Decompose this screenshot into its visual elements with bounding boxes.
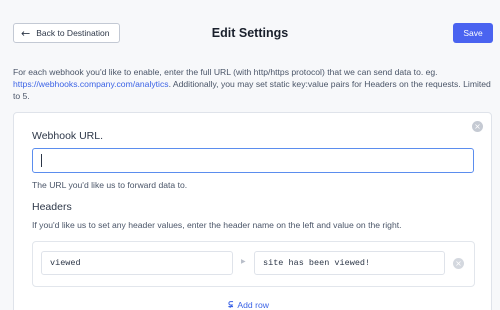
top-bar: ← Back to Destination Edit Settings Save bbox=[0, 0, 500, 62]
header-value-input[interactable]: site has been viewed! bbox=[254, 251, 445, 275]
add-row-label: Add row bbox=[237, 300, 269, 310]
add-row-button[interactable]: ⊊ Add row bbox=[228, 300, 269, 310]
webhook-url-help: The URL you'd like us to forward data to… bbox=[32, 180, 188, 190]
webhook-url-input[interactable] bbox=[32, 148, 474, 173]
add-list-icon: ⊊ bbox=[228, 300, 234, 310]
save-button[interactable]: Save bbox=[453, 23, 493, 43]
chevron-right-icon: ▶ bbox=[241, 258, 246, 265]
page-title: Edit Settings bbox=[211, 26, 289, 40]
close-icon[interactable]: × bbox=[472, 121, 483, 132]
remove-row-icon[interactable]: × bbox=[453, 258, 464, 269]
text-cursor bbox=[41, 154, 42, 167]
webhook-url-label: Webhook URL. bbox=[32, 130, 104, 142]
header-key-input[interactable]: viewed bbox=[41, 251, 233, 275]
headers-label: Headers bbox=[32, 201, 72, 213]
example-url-link[interactable]: https://webhooks.company.com/analytics bbox=[13, 79, 169, 89]
intro-text-before: For each webhook you'd like to enable, e… bbox=[13, 67, 438, 77]
headers-help: If you'd like us to set any header value… bbox=[32, 220, 402, 230]
intro-text: For each webhook you'd like to enable, e… bbox=[13, 66, 491, 103]
